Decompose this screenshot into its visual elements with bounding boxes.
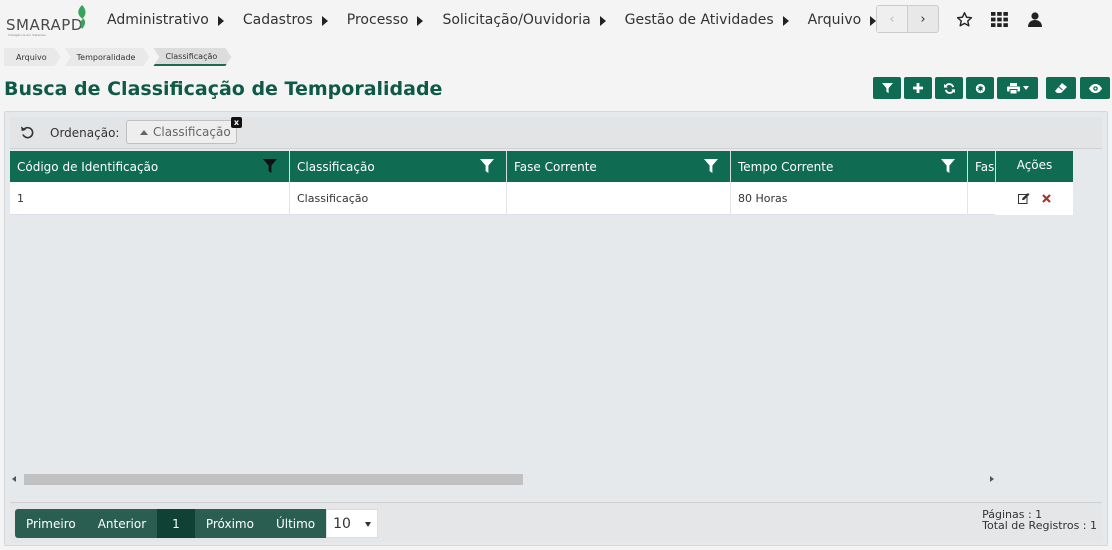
menu-scroll-buttons: ‹ › [876,5,939,33]
sort-ascending-icon [140,129,148,135]
next-page-button[interactable]: Próximo [194,509,265,538]
menu-gestao-atividades[interactable]: Gestão de Atividades [625,12,789,28]
leaf-icon [78,5,86,29]
star-icon[interactable] [953,8,975,30]
scroll-right-icon[interactable] [990,476,994,482]
dropdown-caret-icon [365,522,372,527]
menu-arquivo[interactable]: Arquivo [808,12,877,28]
search-results-panel: Ordenação: Classificação x Código de Ide… [4,111,1108,546]
table-header: Código de Identificação Classificação Fa… [10,151,1073,182]
caret-down-icon [1022,86,1029,90]
menu-label: Gestão de Atividades [624,12,774,28]
row-actions [995,182,1073,215]
gear-icon [975,83,985,93]
page-size-value: 10 [333,515,351,532]
menu-label: Processo [346,12,409,28]
menu-processo[interactable]: Processo [347,12,424,28]
page-size-select[interactable]: 10 [326,509,379,538]
menu-prev-button[interactable]: ‹ [877,6,908,32]
results-stats: Páginas : 1 Total de Registros : 1 [982,509,1097,531]
column-label: Fase Corrente [514,159,597,174]
menu-label: Solicitação/Ouvidoria [442,12,591,28]
filter-button[interactable] [873,77,901,99]
caret-right-icon [321,15,328,26]
menu-next-button[interactable]: › [908,6,938,32]
cell-fase-corrente [507,182,731,215]
scrollbar-thumb[interactable] [24,474,523,485]
reset-sort-icon[interactable] [20,125,35,139]
menu-label: Administrativo [107,12,209,28]
filter-icon [881,82,893,93]
logo-text: SMARAPD [6,16,83,34]
current-page-button[interactable]: 1 [157,509,195,538]
print-dropdown-button[interactable] [997,77,1038,99]
menu-label: Arquivo [807,12,862,28]
eraser-icon [1055,83,1067,93]
caret-right-icon [782,15,789,26]
sort-chip-label: Classificação [153,125,231,139]
scroll-left-icon[interactable] [12,476,16,482]
page-title: Busca de Classificação de Temporalidade [4,78,443,100]
logo-tagline: Inteligência em Sistemas [8,33,46,37]
menu-solicitacao-ouvidoria[interactable]: Solicitação/Ouvidoria [442,12,606,28]
cell-classificacao: Classificação [290,182,507,215]
breadcrumb: Arquivo Temporalidade Classificação [4,48,235,66]
column-header-codigo[interactable]: Código de Identificação [10,151,290,182]
total-records: Total de Registros : 1 [982,519,1097,532]
breadcrumb-item-classificacao[interactable]: Classificação [153,48,231,66]
print-icon [1006,82,1020,94]
main-menu: Administrativo Cadastros Processo Solici… [107,0,895,40]
filter-icon[interactable] [480,159,494,173]
menu-label: Cadastros [242,12,313,28]
refresh-button[interactable] [935,77,963,99]
caret-right-icon [599,15,606,26]
sort-bar: Ordenação: Classificação x [10,117,1102,149]
plus-icon [913,83,923,93]
edit-icon[interactable] [1017,193,1030,204]
table-row[interactable]: 1 Classificação 80 Horas [10,182,1073,215]
grid-apps-icon[interactable] [988,8,1010,30]
add-button[interactable] [904,77,932,99]
filter-icon[interactable] [263,159,277,173]
breadcrumb-item-temporalidade[interactable]: Temporalidade [65,48,150,66]
column-label: Classificação [297,159,375,174]
column-header-tempo-corrente[interactable]: Tempo Corrente [731,151,968,182]
sort-chip-classificacao[interactable]: Classificação [126,120,237,144]
top-navbar: SMARAPD Inteligência em Sistemas Adminis… [0,0,1112,40]
remove-sort-button[interactable]: x [231,117,242,128]
first-page-button[interactable]: Primeiro [15,509,87,538]
clear-button[interactable] [1046,77,1076,99]
filter-icon[interactable] [941,159,955,173]
last-page-button[interactable]: Último [264,509,327,538]
horizontal-scrollbar[interactable] [12,472,997,486]
caret-right-icon [217,15,224,26]
menu-cadastros[interactable]: Cadastros [243,12,328,28]
pagination: Primeiro Anterior 1 Próximo Último 10 [15,509,379,538]
delete-icon[interactable] [1041,194,1051,203]
eye-icon [1088,83,1102,93]
sort-label: Ordenação: [50,126,120,140]
user-icon[interactable] [1024,8,1046,30]
cell-tempo-corrente: 80 Horas [731,182,968,215]
app-logo[interactable]: SMARAPD Inteligência em Sistemas [6,4,90,38]
previous-page-button[interactable]: Anterior [86,509,158,538]
caret-right-icon [417,15,424,26]
filter-icon[interactable] [704,159,718,173]
visibility-button[interactable] [1080,77,1110,99]
column-label: Tempo Corrente [738,159,834,174]
breadcrumb-item-arquivo[interactable]: Arquivo [4,48,61,66]
table-footer: Primeiro Anterior 1 Próximo Último 10 Pá… [10,502,1102,542]
column-label: Código de Identificação [17,159,159,174]
settings-button[interactable] [966,77,994,99]
refresh-icon [943,82,955,94]
column-header-fase-corrente[interactable]: Fase Corrente [507,151,731,182]
column-header-acoes: Ações [995,151,1073,182]
cell-codigo: 1 [10,182,290,215]
menu-administrativo[interactable]: Administrativo [107,12,224,28]
column-header-classificacao[interactable]: Classificação [290,151,507,182]
